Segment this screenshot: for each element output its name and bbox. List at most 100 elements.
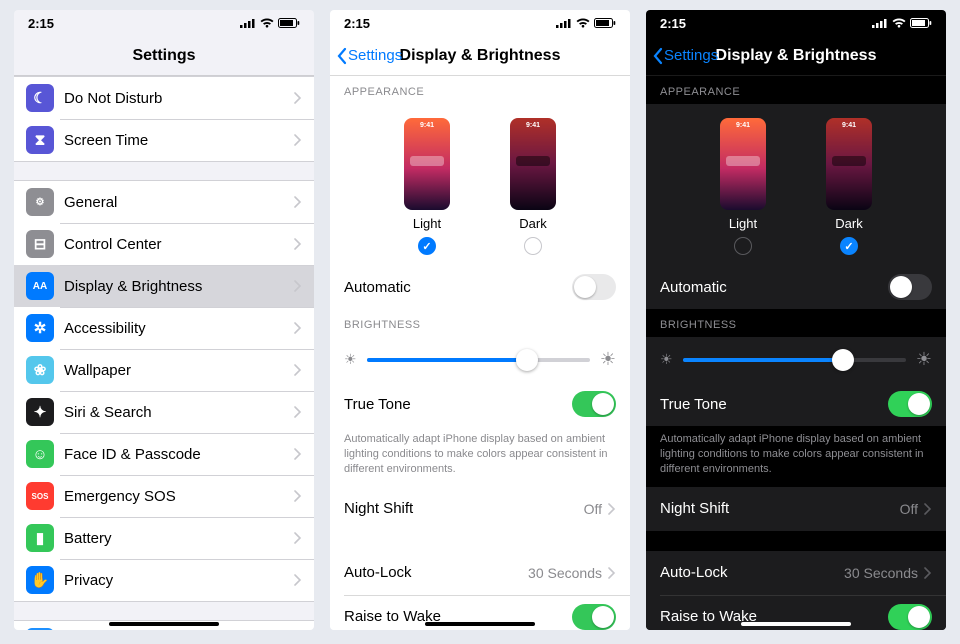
display-brightness-light-screen: 2:15SettingsDisplay & BrightnessAPPEARAN… — [330, 10, 630, 630]
row-icon: SOS — [26, 482, 54, 510]
status-time: 2:15 — [344, 16, 370, 31]
row-label: Siri & Search — [64, 404, 294, 421]
sun-low-icon: ☀︎ — [660, 351, 673, 368]
truetone-note: Automatically adapt iPhone display based… — [646, 426, 946, 487]
truetone-toggle[interactable] — [572, 391, 616, 417]
row-label: Do Not Disturb — [64, 90, 294, 107]
automatic-toggle[interactable] — [572, 274, 616, 300]
status-bar: 2:15 — [646, 10, 946, 36]
autolock-cell[interactable]: Auto-Lock30 Seconds — [330, 551, 630, 595]
home-indicator[interactable] — [109, 622, 219, 626]
back-label: Settings — [664, 47, 718, 64]
chevron-right-icon — [294, 574, 302, 586]
nav-bar: SettingsDisplay & Brightness — [646, 36, 946, 76]
truetone-cell: True Tone — [330, 382, 630, 426]
light-preview-icon — [404, 118, 450, 210]
raisewake-toggle[interactable] — [572, 604, 616, 630]
row-icon: ▮ — [26, 524, 54, 552]
settings-row-general[interactable]: ⚙︎General — [14, 181, 314, 223]
wifi-icon — [892, 18, 906, 28]
signal-icon — [556, 18, 572, 28]
settings-row-face-id-passcode[interactable]: ☺Face ID & Passcode — [14, 433, 314, 475]
settings-row-siri-search[interactable]: ✦Siri & Search — [14, 391, 314, 433]
nightshift-value: Off — [584, 501, 602, 517]
display-brightness-dark-screen: 2:15SettingsDisplay & BrightnessAPPEARAN… — [646, 10, 946, 630]
settings-row-screen-time[interactable]: ⧗ Screen Time — [14, 119, 314, 161]
settings-row-display-brightness[interactable]: AADisplay & Brightness — [14, 265, 314, 307]
nightshift-label: Night Shift — [660, 500, 900, 517]
row-icon: ☺ — [26, 440, 54, 468]
sun-high-icon: ☀︎ — [600, 349, 616, 370]
appearance-picker: Light Dark — [330, 104, 630, 265]
light-label: Light — [413, 216, 441, 231]
status-right — [556, 18, 616, 28]
appearance-light-option[interactable]: Light — [720, 118, 766, 255]
brightness-slider-row: ☀︎ ☀︎ — [646, 337, 946, 382]
settings-row-battery[interactable]: ▮Battery — [14, 517, 314, 559]
chevron-right-icon — [608, 503, 616, 515]
row-icon: ⚙︎ — [26, 188, 54, 216]
row-icon: ✋ — [26, 566, 54, 594]
home-indicator[interactable] — [425, 622, 535, 626]
chevron-right-icon — [294, 406, 302, 418]
appearance-group: LightDarkAutomatic — [646, 104, 946, 309]
settings-group: ⚙︎General⊟Control CenterAADisplay & Brig… — [14, 180, 314, 602]
appearance-light-option[interactable]: Light — [404, 118, 450, 255]
signal-icon — [240, 18, 256, 28]
status-right — [240, 18, 300, 28]
chevron-right-icon — [294, 490, 302, 502]
chevron-right-icon — [294, 134, 302, 146]
back-button[interactable]: Settings — [652, 47, 718, 65]
sun-low-icon: ☀︎ — [344, 351, 357, 368]
appearance-dark-option[interactable]: Dark — [826, 118, 872, 255]
settings-row-privacy[interactable]: ✋ Privacy — [14, 559, 314, 601]
appearance-header: APPEARANCE — [646, 76, 946, 104]
home-indicator[interactable] — [741, 622, 851, 626]
automatic-toggle[interactable] — [888, 274, 932, 300]
nightshift-cell[interactable]: Night ShiftOff — [646, 487, 946, 531]
row-icon: ⊟ — [26, 230, 54, 258]
autolock-value: 30 Seconds — [528, 565, 602, 581]
settings-root-screen: 2:15 Settings ☾Do Not Disturb⧗Screen Tim… — [14, 10, 314, 630]
light-radio[interactable] — [734, 237, 752, 255]
dark-radio[interactable] — [524, 237, 542, 255]
chevron-right-icon — [608, 567, 616, 579]
settings-row-accessibility[interactable]: ✲Accessibility — [14, 307, 314, 349]
page-title: Settings — [132, 47, 195, 65]
settings-row-control-center[interactable]: ⊟Control Center — [14, 223, 314, 265]
nightshift-cell[interactable]: Night ShiftOff — [330, 487, 630, 531]
chevron-right-icon — [294, 448, 302, 460]
light-radio[interactable] — [418, 237, 436, 255]
settings-row-emergency-sos[interactable]: SOSEmergency SOS — [14, 475, 314, 517]
truetone-toggle[interactable] — [888, 391, 932, 417]
autolock-value: 30 Seconds — [844, 565, 918, 581]
nav-bar: SettingsDisplay & Brightness — [330, 36, 630, 76]
back-button[interactable]: Settings — [336, 47, 402, 65]
raisewake-toggle[interactable] — [888, 604, 932, 630]
brightness-slider[interactable] — [683, 358, 906, 362]
appearance-group: Light Dark Automatic — [330, 104, 630, 309]
automatic-cell: Automatic — [330, 265, 630, 309]
appearance-dark-option[interactable]: Dark — [510, 118, 556, 255]
autolock-label: Auto-Lock — [344, 564, 528, 581]
nightshift-group: Night ShiftOff — [330, 487, 630, 531]
row-label: Privacy — [64, 572, 294, 589]
chevron-right-icon — [294, 364, 302, 376]
brightness-slider[interactable] — [367, 358, 590, 362]
row-label: Screen Time — [64, 132, 294, 149]
row-icon: ✲ — [26, 314, 54, 342]
light-preview-icon — [720, 118, 766, 210]
chevron-right-icon — [294, 322, 302, 334]
sun-high-icon: ☀︎ — [916, 349, 932, 370]
settings-row-wallpaper[interactable]: ❀Wallpaper — [14, 349, 314, 391]
settings-row-do-not-disturb[interactable]: ☾Do Not Disturb — [14, 77, 314, 119]
chevron-right-icon — [294, 92, 302, 104]
settings-group: ☾Do Not Disturb ⧗ Screen Time — [14, 76, 314, 162]
chevron-right-icon — [294, 196, 302, 208]
row-icon: ⧗ — [26, 126, 54, 154]
light-label: Light — [729, 216, 757, 231]
automatic-label: Automatic — [344, 279, 572, 296]
autolock-cell[interactable]: Auto-Lock30 Seconds — [646, 551, 946, 595]
dark-radio[interactable] — [840, 237, 858, 255]
nav-bar: Settings — [14, 36, 314, 76]
